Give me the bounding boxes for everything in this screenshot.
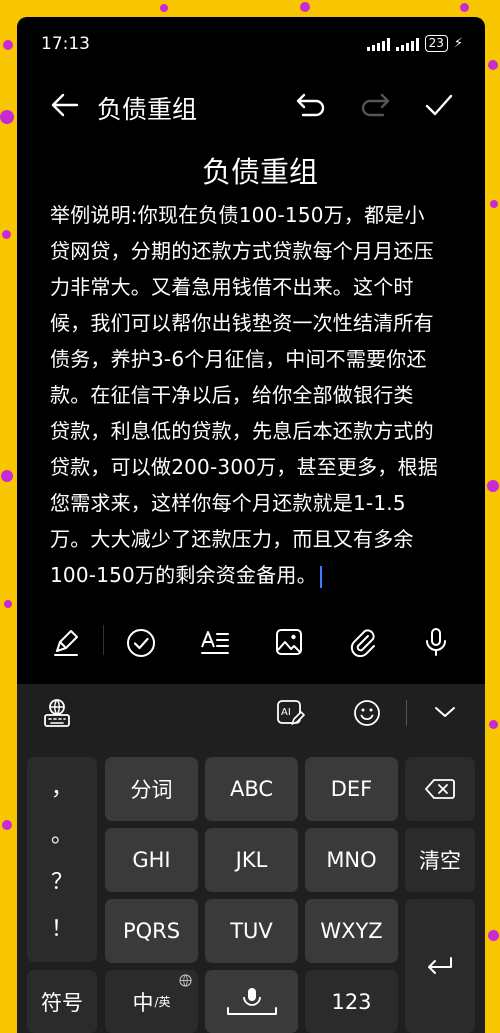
enter-icon [428,957,452,974]
document-line: 债务，养护3-6个月征信，中间不需要你还 [50,347,427,371]
ai-writing-icon[interactable]: AI [275,698,305,728]
t9-keyboard: AI ， 。 ？ ！ 分词 ABC DEF GHI JKL MNO 清空 PQR… [17,684,485,1033]
bg-dot [160,4,168,12]
bg-dot [489,720,498,729]
status-time: 17:13 [41,34,90,54]
punct-comma-key[interactable]: ， [51,777,73,799]
checklist-icon[interactable] [125,627,157,659]
bg-dot [490,200,498,208]
bg-dot [300,2,310,12]
confirm-check-icon[interactable] [423,89,455,121]
backspace-icon [425,779,455,799]
document-line: 举例说明:你现在负债100-150万，都是小 [50,203,425,227]
title-bar: 负债重组 [17,81,485,129]
editor-toolbar [17,617,485,665]
language-main-label: 中 [132,990,154,1015]
battery-icon: 23 [424,35,448,52]
bg-dot [2,230,11,239]
charging-icon: ⚡ [453,36,463,51]
bg-dot [4,600,12,608]
document-line: 力非常大。又着急用钱借不出来。这个时 [50,275,414,299]
enter-key[interactable] [405,899,475,1033]
key-abc[interactable]: ABC [205,757,298,821]
bg-dot [1,470,13,482]
status-bar: 17:13 23 ⚡ [17,17,485,69]
key-def[interactable]: DEF [305,757,398,821]
toolbar-divider [103,625,104,655]
document-line: 款。在征信干净以后，给你全部做银行类 [50,383,414,407]
key-ghi[interactable]: GHI [105,828,198,892]
document-line: 贷款，利息低的贷款，先息后本还款方式的 [50,419,434,443]
space-voice-key[interactable] [205,970,298,1033]
key-pqrs[interactable]: PQRS [105,899,198,963]
document-line: 100-150万的剩余资金备用。 [50,563,317,587]
key-wxyz[interactable]: WXYZ [305,899,398,963]
image-icon[interactable] [274,627,304,657]
punct-question-key[interactable]: ？ [51,872,73,894]
language-switch-key[interactable]: 中/英 [105,970,198,1033]
key-segment[interactable]: 分词 [105,757,198,821]
document-title[interactable]: 负债重组 [17,149,485,191]
battery-level: 23 [428,36,444,50]
clear-key[interactable]: 清空 [405,828,475,892]
document-line: 贷款，可以做200-300万，甚至更多，根据 [50,455,438,479]
language-sub-label: /英 [154,995,171,1009]
chevron-down-icon[interactable] [433,702,457,722]
numbers-key[interactable]: 123 [305,970,398,1033]
redo-icon[interactable] [359,91,391,119]
keyboard-top-divider [406,700,407,726]
document-line-last: 100-150万的剩余资金备用。 [50,557,460,593]
text-cursor [319,565,322,588]
punct-exclaim-key[interactable]: ！ [51,919,73,941]
punctuation-key-column[interactable]: ， 。 ？ ！ [27,757,97,962]
document-line: 万。大大减少了还款压力，而且又有多余 [50,527,414,551]
bg-dot [487,480,499,492]
document-body[interactable]: 举例说明:你现在负债100-150万，都是小 贷网贷，分期的还款方式贷款每个月月… [50,197,460,593]
document-line: 您需求来，这样你每个月还款就是1-1.5 [50,491,406,515]
attachment-icon[interactable] [347,627,377,657]
globe-icon [179,974,192,987]
bg-dot [3,40,13,50]
backspace-key[interactable] [405,757,475,821]
microphone-icon[interactable] [421,627,451,657]
bg-dot [460,3,469,12]
key-tuv[interactable]: TUV [205,899,298,963]
status-icons: 23 ⚡ [366,35,463,52]
pen-icon[interactable] [51,627,81,657]
signal-icon [366,37,390,51]
bg-dot [488,930,499,941]
bg-dot [0,110,14,124]
svg-text:AI: AI [281,707,291,718]
microphone-icon [226,987,277,1015]
keyboard-settings-icon[interactable] [43,698,71,728]
signal-icon [395,37,419,51]
back-arrow-icon[interactable] [49,89,81,121]
document-line: 贷网贷，分期的还款方式贷款每个月月还压 [50,239,434,263]
phone-screen: 17:13 23 ⚡ 负债重组 负债重组 举例说明:你现在负债100-150万，… [17,17,485,1033]
bg-dot [2,820,12,830]
key-mno[interactable]: MNO [305,828,398,892]
emoji-icon[interactable] [352,698,382,728]
symbols-key[interactable]: 符号 [27,970,97,1033]
bg-dot [488,60,498,70]
undo-icon[interactable] [295,91,327,119]
document-line: 候，我们可以帮你出钱垫资一次性结清所有 [50,311,434,335]
text-format-icon[interactable] [199,627,231,657]
page-title: 负债重组 [97,95,198,124]
keyboard-top-bar: AI [17,684,485,740]
key-jkl[interactable]: JKL [205,828,298,892]
punct-period-key[interactable]: 。 [51,824,73,846]
